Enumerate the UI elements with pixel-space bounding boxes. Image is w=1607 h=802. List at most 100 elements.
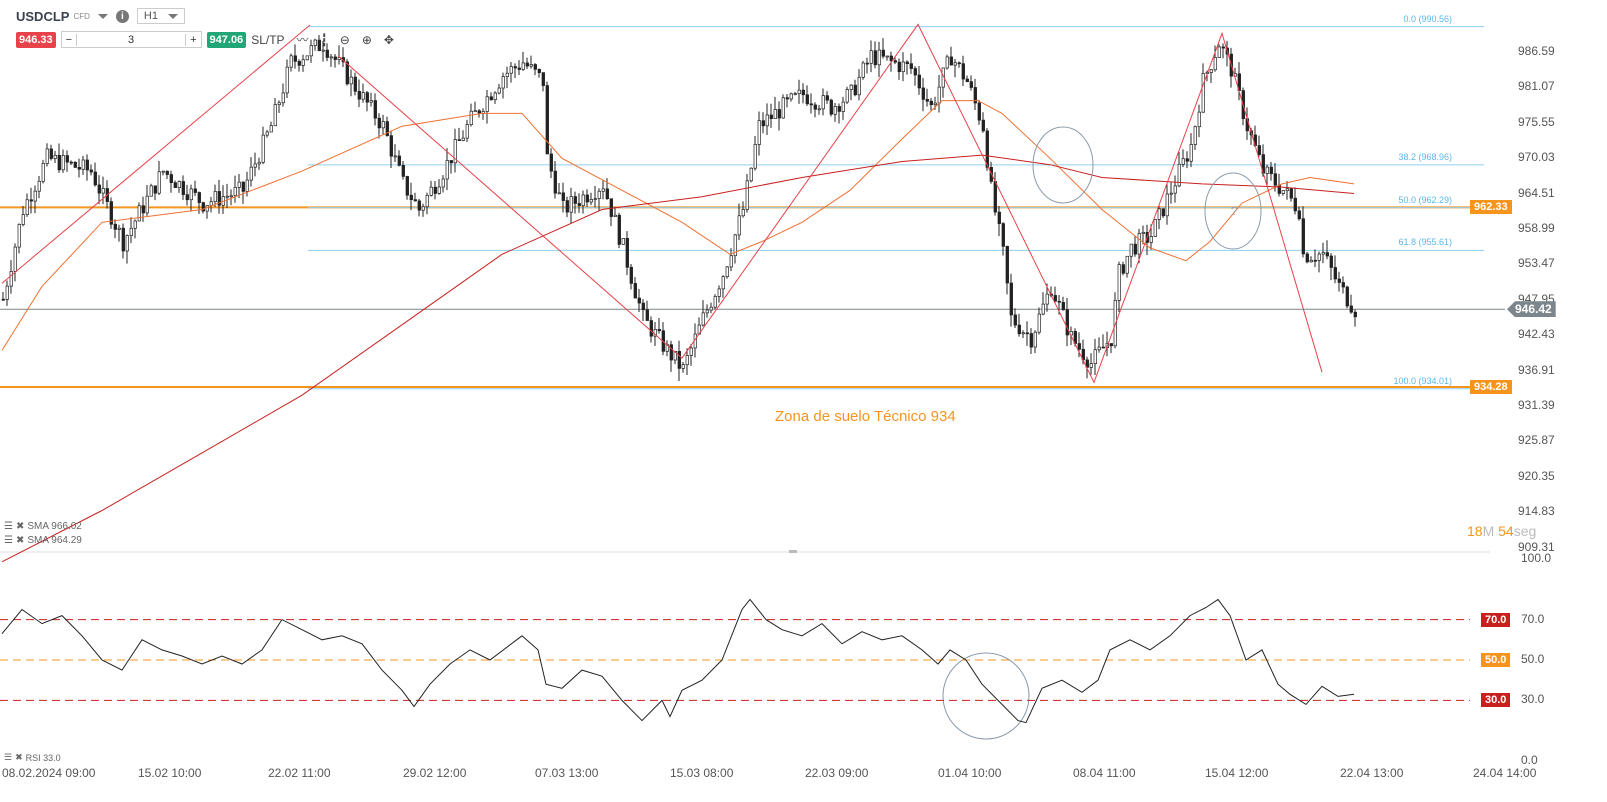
candle-body <box>97 184 101 194</box>
candle-body <box>541 72 545 86</box>
candle <box>1297 206 1301 221</box>
increase-button[interactable]: + <box>186 34 200 46</box>
sell-button[interactable]: 946.33 <box>16 31 56 48</box>
candle <box>1209 68 1213 83</box>
candle-body <box>965 78 969 82</box>
candle-body <box>1321 252 1325 255</box>
candle-body <box>1277 184 1281 194</box>
candle-body <box>13 246 17 272</box>
candle-body <box>817 108 821 111</box>
sma-legend-2[interactable]: ☰ ✖ SMA 964.29 <box>4 535 82 546</box>
candle <box>45 143 49 167</box>
sltp-button[interactable]: SL/TP <box>251 33 284 47</box>
quantity-stepper[interactable]: − 3 + <box>60 31 202 48</box>
candle <box>625 231 629 276</box>
candle-body <box>557 192 561 195</box>
candle-body <box>49 148 53 159</box>
candle <box>1009 273 1013 327</box>
candle-body <box>393 155 397 158</box>
candle <box>925 88 929 107</box>
zoom-in-icon[interactable]: ⊕ <box>362 33 372 47</box>
candle-body <box>257 161 261 165</box>
candle <box>441 175 445 193</box>
candle <box>197 191 201 214</box>
rsi-legend[interactable]: ☰ ✖ RSI 33.0 <box>4 752 61 763</box>
candle-body <box>1149 236 1153 243</box>
candle <box>649 316 653 343</box>
line-chart-icon[interactable]: 〰 <box>297 31 309 48</box>
candle-body <box>173 182 177 189</box>
symbol-dropdown-icon[interactable] <box>97 13 108 19</box>
decrease-button[interactable]: − <box>62 34 76 46</box>
timeframe-select[interactable]: H1 <box>136 8 185 24</box>
info-icon[interactable]: i <box>115 9 129 23</box>
candle-body <box>601 188 605 192</box>
candle <box>481 108 485 120</box>
rsi-tick: 0.0 <box>1521 753 1538 767</box>
candle-body <box>897 61 901 73</box>
candle-body <box>145 195 149 214</box>
candle-body <box>1101 346 1105 349</box>
candle-body <box>1293 197 1297 212</box>
candle <box>1169 181 1173 204</box>
zoom-out-icon[interactable]: ⊖ <box>340 33 350 47</box>
candle-body <box>685 355 689 365</box>
candle-body <box>425 195 429 208</box>
candle <box>1129 243 1133 268</box>
candle-body <box>505 72 509 78</box>
candles-icon[interactable]: ┇ <box>321 33 328 47</box>
price-tick: 986.59 <box>1518 44 1555 58</box>
candle <box>285 59 289 99</box>
remove-icon[interactable]: ✖ <box>16 535 24 546</box>
move-icon[interactable]: ✥ <box>384 33 394 47</box>
candle <box>73 161 77 168</box>
candle <box>173 180 177 189</box>
candle-body <box>253 163 257 168</box>
settings-icon[interactable]: ☰ <box>4 521 13 532</box>
candle-body <box>929 100 933 106</box>
candle-body <box>1329 255 1333 268</box>
candle <box>521 51 525 71</box>
price-chart[interactable] <box>0 0 1607 802</box>
candle-body <box>1189 144 1193 162</box>
candle-body <box>901 61 905 73</box>
candle <box>333 53 337 68</box>
candle-body <box>1309 259 1313 263</box>
candle <box>913 66 917 86</box>
fib-label: 100.0 (934.01) <box>1393 375 1452 386</box>
fib-label: 61.8 (955.61) <box>1398 237 1452 248</box>
symbol-name[interactable]: USDCLP <box>16 9 69 24</box>
settings-icon[interactable]: ☰ <box>4 535 13 546</box>
quantity-input[interactable]: 3 <box>76 33 187 46</box>
remove-icon[interactable]: ✖ <box>15 752 23 763</box>
candle <box>681 361 685 373</box>
candle-body <box>1093 349 1097 364</box>
candle-body <box>261 134 265 163</box>
candle-body <box>1157 208 1161 220</box>
remove-icon[interactable]: ✖ <box>16 521 24 532</box>
candle <box>397 150 401 167</box>
candle <box>537 68 541 78</box>
candle-body <box>957 62 961 65</box>
candle <box>485 90 489 124</box>
candle-body <box>473 110 477 113</box>
candle <box>509 61 513 83</box>
trade-bar: 946.33 − 3 + 947.06 SL/TP 〰 ┇ ⊖ ⊕ ✥ <box>16 31 394 48</box>
candle-body <box>813 104 817 110</box>
candle-body <box>705 309 709 314</box>
rsi-tick: 100.0 <box>1521 551 1552 565</box>
candle <box>581 190 585 214</box>
sma-legend-1[interactable]: ☰ ✖ SMA 966.02 <box>4 521 82 532</box>
pane-resize-handle[interactable] <box>789 550 797 553</box>
candle-body <box>157 171 161 194</box>
candle <box>1 291 5 301</box>
candle <box>1193 125 1197 150</box>
candle-body <box>61 155 65 171</box>
candle-body <box>709 306 713 311</box>
candle <box>1285 181 1289 200</box>
candle-body <box>1269 166 1273 175</box>
buy-button[interactable]: 947.06 <box>206 31 247 48</box>
candle-body <box>149 185 153 197</box>
settings-icon[interactable]: ☰ <box>4 752 12 763</box>
candle-body <box>1285 188 1289 191</box>
